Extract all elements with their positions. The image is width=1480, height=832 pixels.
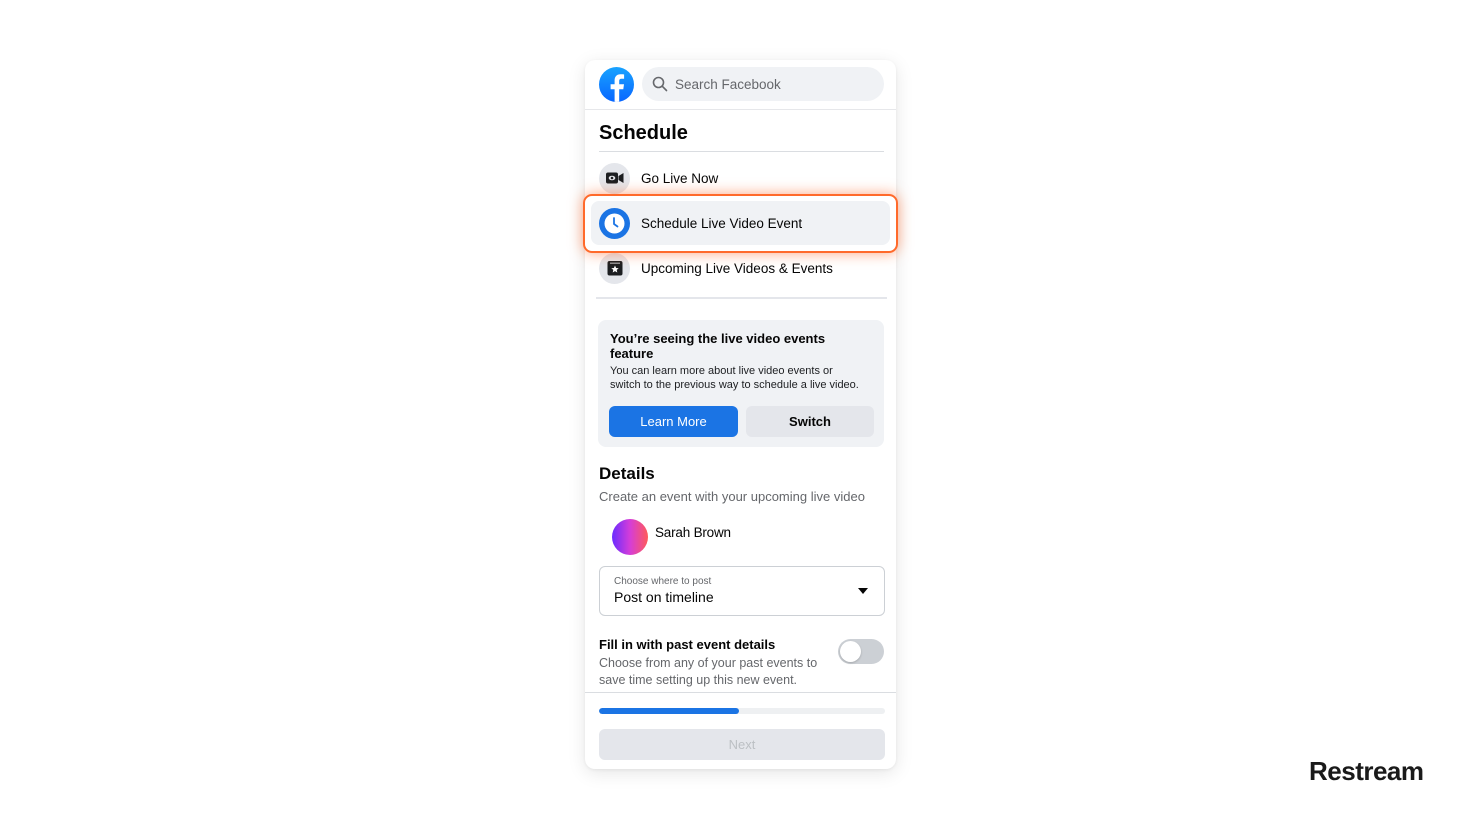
- menu-item-go-live-now[interactable]: Go Live Now: [591, 156, 890, 200]
- search-input[interactable]: [675, 76, 875, 92]
- menu-item-label: Schedule Live Video Event: [641, 215, 803, 231]
- avatar: [612, 519, 648, 555]
- user-row: Sarah Brown: [612, 519, 731, 555]
- page-title: Schedule: [599, 122, 688, 144]
- progress-fill: [599, 708, 740, 714]
- menu-item-label: Go Live Now: [641, 170, 719, 186]
- next-button[interactable]: Next: [599, 729, 885, 760]
- details-subtitle: Create an event with your upcoming live …: [599, 489, 865, 504]
- notice-actions: Learn More Switch: [609, 406, 874, 437]
- divider: [585, 692, 896, 693]
- menu-item-upcoming-live-videos[interactable]: Upcoming Live Videos & Events: [591, 246, 890, 290]
- divider: [599, 151, 884, 152]
- fill-past-description: Choose from any of your past events to s…: [599, 656, 818, 687]
- select-value: Post on timeline: [614, 589, 714, 605]
- top-bar: [585, 60, 896, 110]
- video-camera-icon: [599, 162, 630, 194]
- notice-title: You’re seeing the live video events feat…: [610, 331, 826, 361]
- progress-bar: [599, 708, 885, 714]
- toggle-knob: [840, 641, 861, 662]
- schedule-panel: Schedule Go Live Now Schedule Live Video…: [583, 60, 898, 769]
- learn-more-button[interactable]: Learn More: [609, 406, 738, 437]
- clock-icon: [599, 207, 630, 239]
- menu-item-schedule-live-video-event[interactable]: Schedule Live Video Event: [591, 201, 890, 245]
- search-icon: [652, 76, 668, 92]
- post-location-select[interactable]: Choose where to post Post on timeline: [599, 566, 885, 616]
- calendar-star-icon: [599, 252, 630, 284]
- restream-watermark: Restream: [1309, 756, 1424, 786]
- user-name: Sarah Brown: [655, 524, 731, 540]
- switch-button[interactable]: Switch: [746, 406, 874, 437]
- menu-item-label: Upcoming Live Videos & Events: [641, 260, 833, 276]
- divider: [596, 297, 887, 299]
- search-bar[interactable]: [642, 67, 884, 101]
- fill-past-toggle[interactable]: [838, 639, 884, 664]
- select-label: Choose where to post: [614, 576, 712, 587]
- facebook-logo-icon[interactable]: [599, 67, 634, 102]
- details-title: Details: [599, 464, 655, 483]
- feature-notice: You’re seeing the live video events feat…: [598, 320, 884, 447]
- caret-down-icon: [858, 588, 868, 594]
- notice-body: You can learn more about live video even…: [610, 365, 859, 391]
- fill-past-title: Fill in with past event details: [599, 637, 776, 652]
